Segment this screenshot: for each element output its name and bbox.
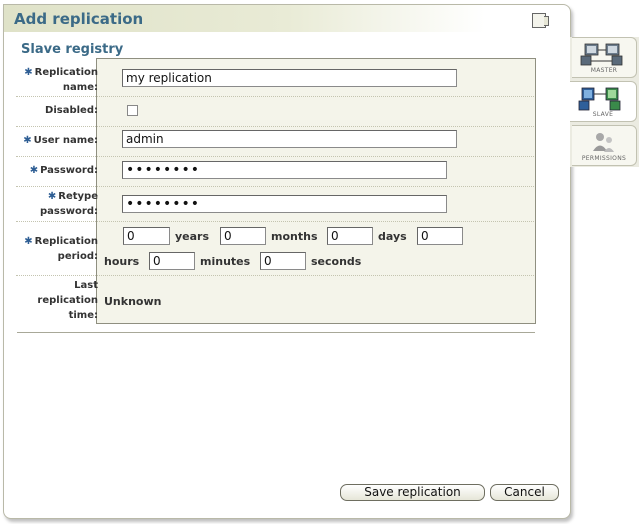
months-input[interactable] [220, 227, 266, 245]
replication-name-input[interactable] [122, 69, 457, 87]
save-replication-button[interactable]: Save replication [340, 484, 485, 501]
retype-password-input[interactable] [122, 195, 447, 213]
days-label: days [378, 230, 407, 243]
tab-slave[interactable]: SLAVE [570, 81, 637, 122]
tab-slave-label: SLAVE [592, 111, 614, 118]
retype-password-label: ✱ Retype password: [39, 191, 98, 217]
hours-input[interactable] [417, 227, 463, 245]
last-replication-time-value: Unknown [104, 295, 162, 308]
row-disabled: Disabled: [16, 96, 534, 127]
tab-master[interactable]: MASTER [572, 37, 637, 78]
years-input[interactable] [123, 227, 170, 245]
tab-master-label: MASTER [590, 67, 618, 74]
dialog-title: Add replication [14, 10, 144, 28]
required-marker-icon: ✱ [29, 165, 39, 176]
hours-label: hours [104, 255, 140, 268]
disabled-label: Disabled: [45, 105, 98, 116]
days-input[interactable] [327, 227, 373, 245]
replication-name-label: ✱ Replication name: [24, 67, 98, 93]
disabled-checkbox[interactable] [127, 105, 138, 116]
row-last-replication-time: Last replication time: Unknown [16, 275, 534, 325]
tab-permissions-label: PERMISSIONS [581, 155, 627, 162]
last-replication-time-label: Last replication time: [37, 280, 98, 321]
tab-permissions[interactable]: PERMISSIONS [572, 125, 637, 166]
required-marker-icon: ✱ [24, 236, 33, 247]
section-title: Slave registry [21, 42, 124, 57]
replication-period-label: ✱ Replication period: [24, 236, 98, 262]
password-label: ✱ Password: [29, 165, 98, 176]
required-marker-icon: ✱ [24, 67, 33, 78]
password-input[interactable] [122, 161, 447, 179]
seconds-label: seconds [311, 255, 362, 268]
user-name-label: ✱ User name: [23, 135, 98, 146]
row-replication-period: ✱Replication period: years months days h… [16, 221, 534, 276]
help-book-icon[interactable] [532, 13, 549, 28]
seconds-input[interactable] [260, 252, 306, 270]
minutes-input[interactable] [149, 252, 195, 270]
required-marker-icon: ✱ [23, 135, 32, 146]
master-servers-icon [580, 43, 623, 66]
row-password: ✱ Password: [16, 156, 534, 187]
cancel-button[interactable]: Cancel [490, 484, 559, 501]
row-retype-password: ✱ Retype password: [16, 186, 534, 222]
row-replication-name: ✱ Replication name: [16, 62, 534, 97]
dialog-titlebar: Add replication [4, 5, 570, 32]
months-label: months [271, 230, 318, 243]
minutes-label: minutes [200, 255, 251, 268]
form-divider [17, 332, 535, 333]
slave-servers-icon [578, 87, 621, 111]
years-label: years [175, 230, 210, 243]
permissions-users-icon [593, 133, 614, 152]
row-user-name: ✱ User name: [16, 126, 534, 157]
required-marker-icon: ✱ [47, 191, 57, 202]
user-name-input[interactable] [122, 130, 457, 148]
